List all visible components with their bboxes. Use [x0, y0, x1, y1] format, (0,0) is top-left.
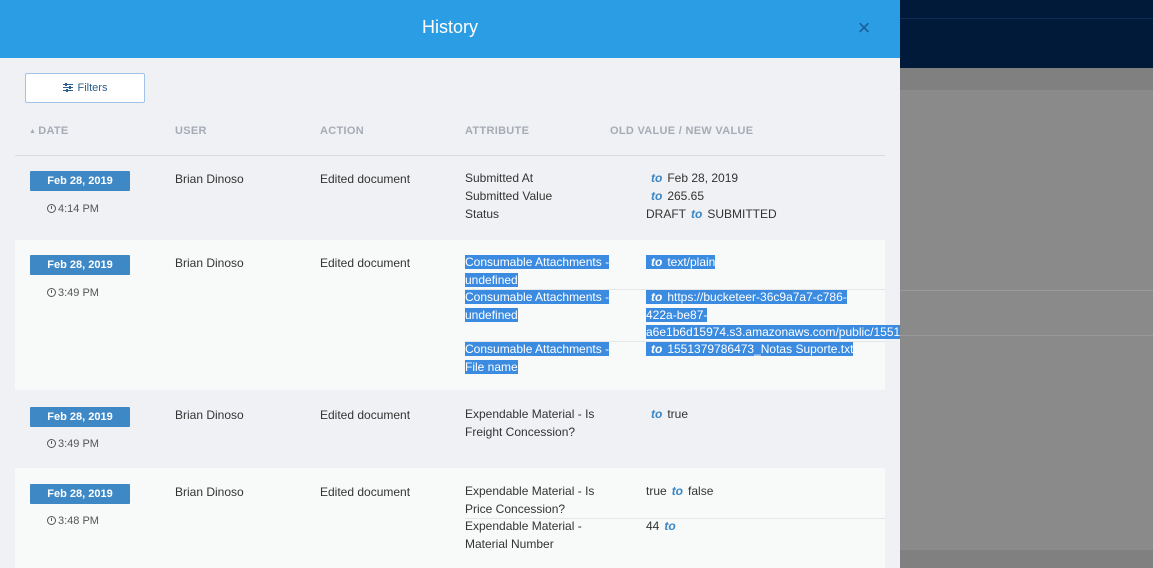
date-badge: Feb 28, 2019	[30, 484, 130, 504]
entry-time: 3:49 PM	[47, 287, 99, 299]
entry-time: 4:14 PM	[47, 203, 99, 215]
change-values: to 1551379786473_Notas Suporte.txt	[646, 341, 854, 359]
close-icon[interactable]: ×	[852, 14, 876, 42]
modal-header: History ×	[0, 0, 900, 58]
clock-icon	[47, 439, 56, 448]
header-divider	[15, 155, 885, 156]
change-attribute: Expendable Material - Material Number	[465, 519, 582, 551]
change-values: true to false	[646, 484, 714, 498]
column-user-header: USER	[175, 125, 207, 137]
column-attribute-header: ATTRIBUTE	[465, 125, 530, 137]
background-app-panel	[900, 90, 1153, 550]
date-badge: Feb 28, 2019	[30, 407, 130, 427]
change-attribute: Consumable Attachments - undefined	[465, 255, 610, 287]
entry-user: Brian Dinoso	[175, 172, 244, 186]
filters-button[interactable]: Filters	[25, 73, 145, 103]
clock-icon	[47, 288, 56, 297]
entry-action: Edited document	[320, 256, 411, 270]
entry-user: Brian Dinoso	[175, 485, 244, 499]
entry-action: Edited document	[320, 408, 411, 422]
history-entry: Feb 28, 2019 3:48 PM Brian Dinoso Edited…	[15, 468, 885, 568]
change-values: to text/plain	[646, 254, 716, 272]
change-attribute: Submitted Value	[465, 189, 553, 203]
change-attribute: Consumable Attachments - undefined	[465, 290, 610, 322]
change-attribute: Submitted At	[465, 171, 534, 185]
entry-user: Brian Dinoso	[175, 256, 244, 270]
entry-time: 3:48 PM	[47, 515, 99, 527]
sort-asc-icon: ▲	[29, 128, 37, 135]
column-date-header[interactable]: ▲ DATE	[29, 125, 69, 137]
clock-icon	[47, 516, 56, 525]
entry-user: Brian Dinoso	[175, 408, 244, 422]
date-badge: Feb 28, 2019	[30, 255, 130, 275]
change-attribute: Status	[465, 207, 500, 221]
entry-action: Edited document	[320, 172, 411, 186]
change-values: to Feb 28, 2019	[651, 171, 739, 185]
change-values: to 265.65	[651, 189, 705, 203]
column-action-header: ACTION	[320, 125, 364, 137]
change-values: DRAFT to SUBMITTED	[646, 207, 777, 221]
change-values: to https://bucketeer-36c9a7a7-c786- 422a-…	[646, 289, 900, 342]
clock-icon	[47, 204, 56, 213]
background-app-header	[900, 0, 1153, 68]
sliders-icon	[62, 83, 73, 93]
entry-action: Edited document	[320, 485, 411, 499]
change-values: 44 to	[646, 519, 676, 533]
history-entry: Feb 28, 2019 4:14 PM Brian Dinoso Edited…	[15, 160, 885, 240]
entry-time: 3:49 PM	[47, 438, 99, 450]
change-values: to true	[651, 407, 689, 421]
history-entry: Feb 28, 2019 3:49 PM Brian Dinoso Edited…	[15, 240, 900, 390]
date-badge: Feb 28, 2019	[30, 171, 130, 191]
filters-label: Filters	[77, 82, 108, 94]
modal-title: History	[421, 17, 478, 37]
column-values-header: OLD VALUE / NEW VALUE	[610, 125, 754, 137]
change-attribute: Expendable Material - Is Price Concession…	[465, 484, 595, 516]
change-attribute: Expendable Material - Is Freight Concessi…	[465, 407, 595, 439]
change-attribute: Consumable Attachments - File name	[465, 342, 610, 374]
history-modal: History × Filters ▲ DATE USER ACTION ATTR…	[0, 0, 900, 568]
history-entry: Feb 28, 2019 3:49 PM Brian Dinoso Edited…	[15, 390, 885, 468]
